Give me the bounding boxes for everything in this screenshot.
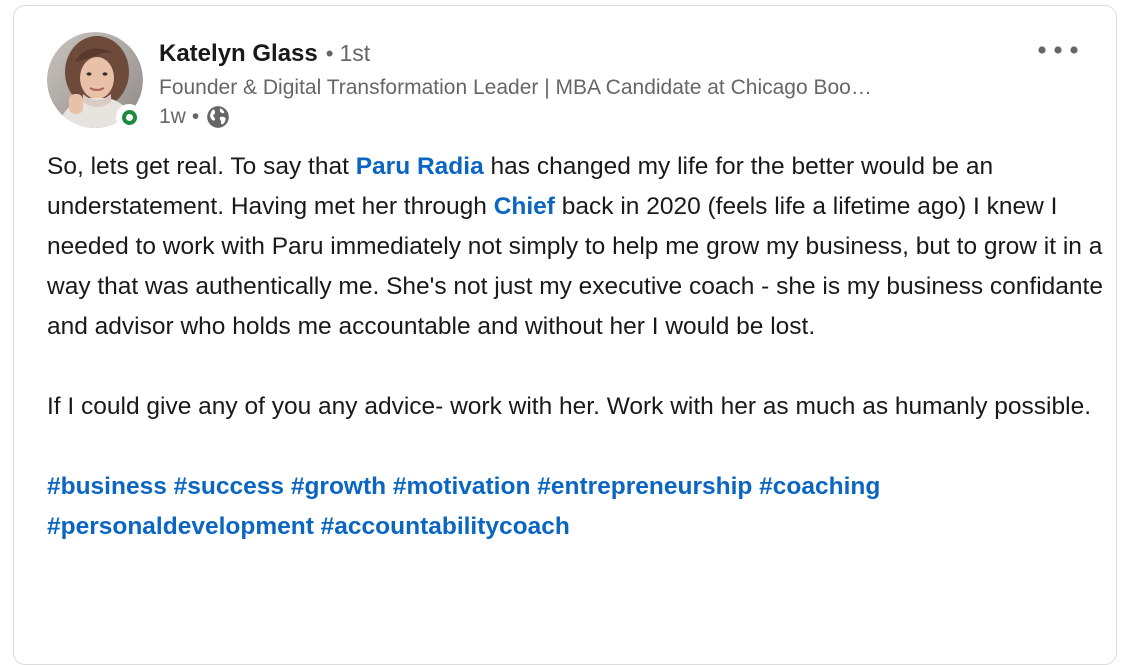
online-status-icon xyxy=(121,109,137,125)
post-paragraph-2: If I could give any of you any advice- w… xyxy=(47,393,1092,420)
post-card: Katelyn Glass • 1st Founder & Digital Tran… xyxy=(13,5,1117,665)
post-meta: 1w • xyxy=(159,103,231,131)
mention-paru-radia[interactable]: Paru Radia xyxy=(356,153,484,180)
presence-indicator xyxy=(116,104,142,130)
hashtag-coaching[interactable]: #coaching xyxy=(759,473,880,500)
author-line: Katelyn Glass • 1st xyxy=(159,38,370,69)
hashtag-personaldevelopment[interactable]: #personaldevelopment xyxy=(47,513,314,540)
separator-dot: • xyxy=(325,41,334,66)
author-avatar[interactable] xyxy=(47,32,143,130)
meta-separator-dot: • xyxy=(191,105,200,128)
post-paragraph-1: So, lets get real. To say that Paru Radi… xyxy=(47,153,1103,340)
hashtag-accountabilitycoach[interactable]: #accountabilitycoach xyxy=(321,513,570,540)
globe-icon xyxy=(207,106,230,128)
hashtag-entrepreneurship[interactable]: #entrepreneurship xyxy=(537,473,752,500)
more-options-icon xyxy=(1038,46,1078,54)
hashtag-business[interactable]: #business xyxy=(47,473,167,500)
more-options-button[interactable] xyxy=(1034,32,1082,68)
post-text: So, lets get real. To say that Paru Radi… xyxy=(47,147,1107,547)
hashtag-list: #business #success #growth #motivation #… xyxy=(47,467,1107,547)
connection-degree: 1st xyxy=(339,40,371,66)
hashtag-success[interactable]: #success xyxy=(174,473,284,500)
author-name[interactable]: Katelyn Glass xyxy=(159,40,318,67)
hashtag-motivation[interactable]: #motivation xyxy=(393,473,531,500)
mention-chief[interactable]: Chief xyxy=(494,193,555,220)
hashtag-growth[interactable]: #growth xyxy=(291,473,386,500)
post-time: 1w xyxy=(159,105,186,128)
author-headline: Founder & Digital Transformation Leader … xyxy=(159,76,872,99)
